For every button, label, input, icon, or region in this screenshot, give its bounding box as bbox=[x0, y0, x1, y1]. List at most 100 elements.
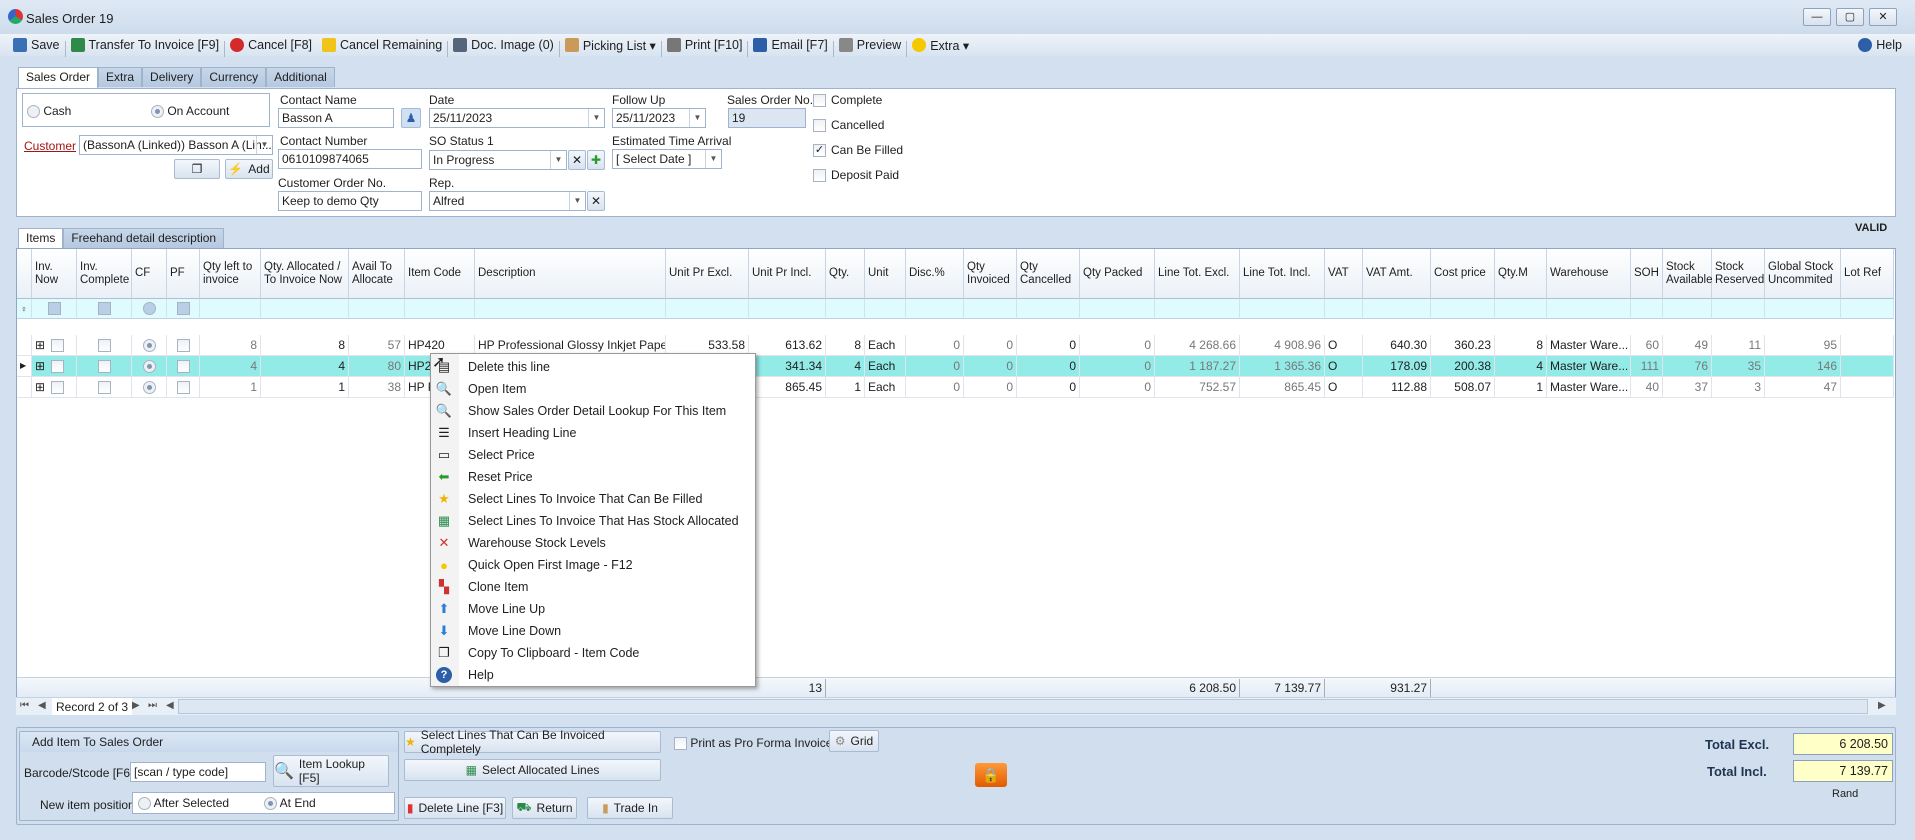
column-header[interactable]: Avail To Allocate bbox=[349, 249, 405, 299]
cell-pf[interactable] bbox=[167, 335, 200, 356]
cell-inv-complete[interactable] bbox=[77, 356, 132, 377]
filter-cell[interactable] bbox=[1431, 299, 1495, 319]
select-complete-lines-button[interactable]: ★ Select Lines That Can Be Invoiced Compl… bbox=[404, 728, 661, 756]
menu-item-help[interactable]: ? Help bbox=[431, 664, 755, 686]
toolbar-button-extra[interactable]: Extra ▾ bbox=[907, 34, 974, 56]
toolbar-button-print-f10[interactable]: Print [F10] bbox=[662, 34, 748, 56]
return-button[interactable]: ⛟ Return bbox=[512, 797, 577, 819]
rep-select[interactable]: Alfred ▼ bbox=[429, 191, 586, 211]
item-lookup-button[interactable]: 🔍 Item Lookup [F5] bbox=[273, 755, 389, 787]
menu-item-select-lines-to-invoice-that-can-be-filled[interactable]: ★ Select Lines To Invoice That Can Be Fil… bbox=[431, 488, 755, 510]
menu-item-move-line-up[interactable]: ⬆ Move Line Up bbox=[431, 598, 755, 620]
cell-cf[interactable] bbox=[132, 356, 167, 377]
customer-order-input[interactable]: Keep to demo Qty bbox=[278, 191, 422, 211]
menu-item-warehouse-stock-levels[interactable]: ✕ Warehouse Stock Levels bbox=[431, 532, 755, 554]
filter-cell[interactable] bbox=[1712, 299, 1765, 319]
filter-cell[interactable] bbox=[1841, 299, 1894, 319]
nav-first-button[interactable]: ⏮ bbox=[20, 700, 29, 711]
filter-cell[interactable] bbox=[1495, 299, 1547, 319]
menu-item-show-sales-order-detail-lookup-for-this-item[interactable]: 🔍 Show Sales Order Detail Lookup For This… bbox=[431, 400, 755, 422]
row-indicator[interactable] bbox=[17, 335, 32, 356]
after-selected-radio[interactable]: After Selected bbox=[138, 796, 229, 811]
cell-inv-complete[interactable] bbox=[77, 377, 132, 398]
select-allocated-lines-button[interactable]: ▦ Select Allocated Lines bbox=[404, 759, 661, 781]
contact-person-button[interactable]: ♟ bbox=[401, 108, 421, 128]
column-header[interactable]: SOH bbox=[1631, 249, 1663, 299]
filter-cell[interactable] bbox=[1155, 299, 1240, 319]
column-header[interactable]: Description bbox=[475, 249, 666, 299]
toolbar-button-picking-list[interactable]: Picking List ▾ bbox=[560, 34, 661, 56]
toolbar-button-cancel-f8[interactable]: Cancel [F8] bbox=[225, 34, 317, 56]
menu-item-move-line-down[interactable]: ⬇ Move Line Down bbox=[431, 620, 755, 642]
menu-item-select-lines-to-invoice-that-has-stock-allocated[interactable]: ▦ Select Lines To Invoice That Has Stock … bbox=[431, 510, 755, 532]
contact-name-input[interactable]: Basson A bbox=[278, 108, 394, 128]
checkbox-deposit-paid[interactable]: Deposit Paid bbox=[813, 168, 899, 183]
customer-select[interactable]: (BassonA (Linked)) Basson A (Lin... ▼ bbox=[79, 135, 273, 155]
at-end-radio[interactable]: At End bbox=[264, 796, 316, 811]
column-header[interactable]: Item Code bbox=[405, 249, 475, 299]
cell-pf[interactable] bbox=[167, 377, 200, 398]
row-indicator[interactable]: ▶ bbox=[17, 356, 32, 377]
toolbar-button-preview[interactable]: Preview bbox=[834, 34, 906, 56]
contact-number-input[interactable]: 0610109874065 bbox=[278, 149, 422, 169]
clear-status-button[interactable]: ✕ bbox=[568, 150, 586, 170]
cell-pf[interactable] bbox=[167, 356, 200, 377]
column-header[interactable]: Qty.M bbox=[1495, 249, 1547, 299]
menu-item-insert-heading-line[interactable]: ☰ Insert Heading Line bbox=[431, 422, 755, 444]
clear-rep-button[interactable]: ✕ bbox=[587, 191, 605, 211]
expand-icon[interactable]: ⊞ bbox=[35, 338, 45, 352]
menu-item-open-item[interactable]: 🔍 Open Item bbox=[431, 378, 755, 400]
customer-link[interactable]: Customer bbox=[24, 139, 76, 153]
column-header[interactable]: Warehouse bbox=[1547, 249, 1631, 299]
filter-cell[interactable] bbox=[349, 299, 405, 319]
tab-extra[interactable]: Extra bbox=[98, 67, 143, 87]
nav-last-button[interactable]: ⏭ bbox=[148, 700, 157, 711]
column-header[interactable]: Qty. bbox=[826, 249, 865, 299]
checkbox-cancelled[interactable]: Cancelled bbox=[813, 118, 884, 133]
column-header[interactable]: VAT Amt. bbox=[1363, 249, 1431, 299]
pro-forma-checkbox[interactable]: Print as Pro Forma Invoice bbox=[674, 736, 832, 751]
cell-inv-now[interactable]: ⊞ bbox=[32, 356, 77, 377]
so-status-select[interactable]: In Progress ▼ bbox=[429, 150, 567, 170]
column-header[interactable]: Global Stock Uncommited bbox=[1765, 249, 1841, 299]
column-header[interactable]: Lot Ref bbox=[1841, 249, 1894, 299]
row-indicator[interactable] bbox=[17, 377, 32, 398]
eta-picker[interactable]: [ Select Date ] ▼ bbox=[612, 149, 722, 169]
toolbar-button-doc-image-0[interactable]: Doc. Image (0) bbox=[448, 34, 559, 56]
toolbar-button-transfer-to-invoice-f9[interactable]: Transfer To Invoice [F9] bbox=[66, 34, 225, 56]
column-header[interactable]: Inv. Now bbox=[32, 249, 77, 299]
cash-radio[interactable]: Cash bbox=[27, 104, 71, 119]
filter-cell[interactable] bbox=[475, 299, 666, 319]
menu-item-clone-item[interactable]: ▚ Clone Item bbox=[431, 576, 755, 598]
filter-cell[interactable] bbox=[749, 299, 826, 319]
cell-cf[interactable] bbox=[132, 335, 167, 356]
scroll-right-button[interactable]: ▶ bbox=[1878, 700, 1886, 711]
cell-inv-complete[interactable] bbox=[77, 335, 132, 356]
add-status-button[interactable]: ✚ bbox=[587, 150, 605, 170]
on-account-radio[interactable]: On Account bbox=[151, 104, 229, 119]
filter-cell[interactable] bbox=[77, 299, 132, 319]
tab-items[interactable]: Items bbox=[18, 228, 64, 250]
column-header[interactable]: Line Tot. Incl. bbox=[1240, 249, 1325, 299]
lock-icon[interactable]: 🔒 bbox=[975, 763, 1007, 787]
filter-cell[interactable] bbox=[261, 299, 349, 319]
filter-cell[interactable] bbox=[1663, 299, 1712, 319]
column-header[interactable]: Qty Invoiced bbox=[964, 249, 1017, 299]
filter-cell[interactable] bbox=[1017, 299, 1080, 319]
maximize-button[interactable]: ▢ bbox=[1836, 8, 1864, 26]
nav-next-button[interactable]: ▶ bbox=[132, 700, 140, 711]
column-header[interactable]: Stock Available bbox=[1663, 249, 1712, 299]
column-header[interactable]: Stock Reserved bbox=[1712, 249, 1765, 299]
filter-cell[interactable] bbox=[865, 299, 906, 319]
checkbox-complete[interactable]: Complete bbox=[813, 93, 882, 108]
filter-cell[interactable] bbox=[1325, 299, 1363, 319]
filter-cell[interactable] bbox=[1631, 299, 1663, 319]
filter-cell[interactable] bbox=[200, 299, 261, 319]
column-header[interactable]: Qty Cancelled bbox=[1017, 249, 1080, 299]
cell-cf[interactable] bbox=[132, 377, 167, 398]
filter-cell[interactable] bbox=[1363, 299, 1431, 319]
tab-sales-order[interactable]: Sales Order bbox=[18, 67, 99, 89]
column-header[interactable]: Line Tot. Excl. bbox=[1155, 249, 1240, 299]
filter-cell[interactable] bbox=[666, 299, 749, 319]
barcode-input[interactable]: [scan / type code] bbox=[130, 762, 266, 782]
